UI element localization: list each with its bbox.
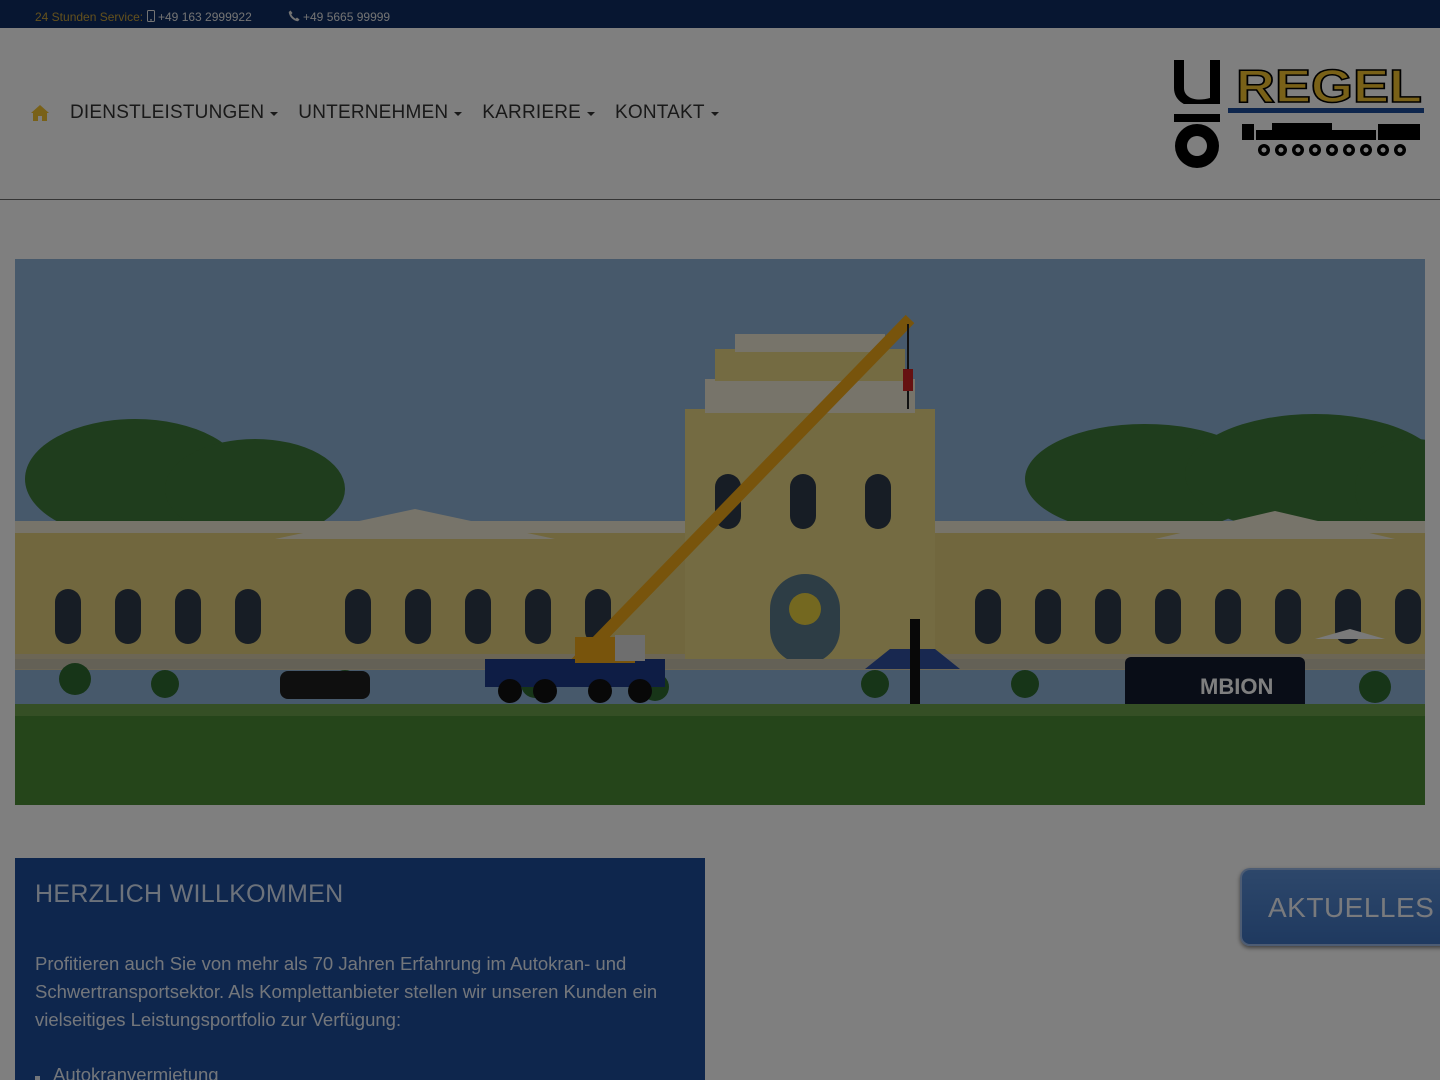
modal-backdrop[interactable]: [0, 0, 1440, 1080]
